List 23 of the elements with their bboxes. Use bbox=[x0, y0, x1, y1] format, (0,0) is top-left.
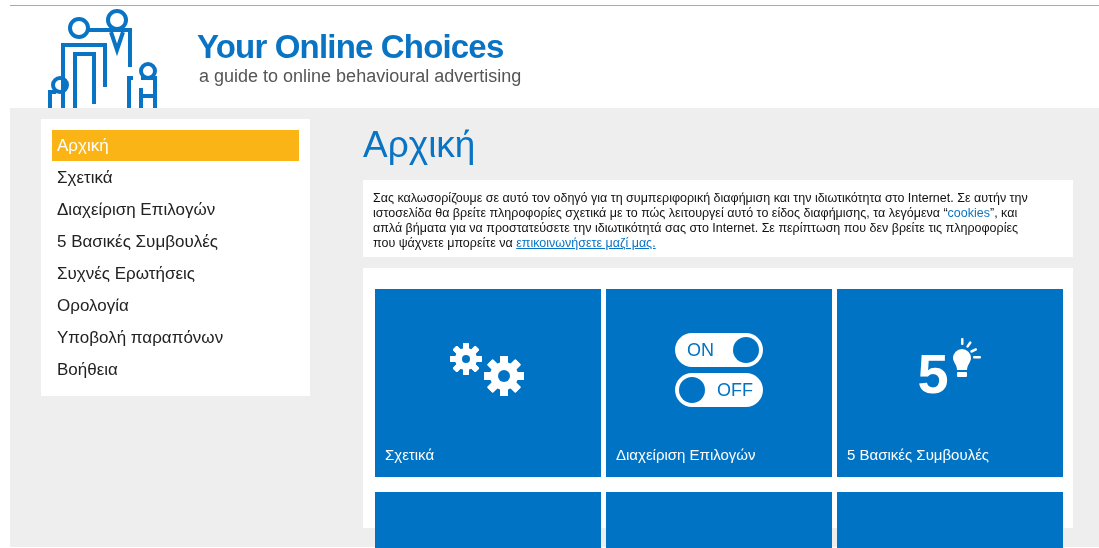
intro-paragraph: Σας καλωσορίζουμε σε αυτό τον οδηγό για τη συμπεριφορική διαφήμιση και την ιδιωτικότητα στο Internet. Σε αυτήν την ιστοσελίδα θα βρείτε πληροφορίες σχετικά με το πώς λειτουργεί αυτό το είδος διαφήμισης, τα λεγόμενα “cookies”, και απλά βήματα για να προστατεύσετε την ιδιωτικότητά σας στο Internet. Σε περίπτωση που δεν βρείτε τις πληροφορίες που ψάχνετε μπορείτε να επικοινωνήσετε μαζί μας. bbox=[363, 180, 1073, 257]
toggle-switch: OFF bbox=[675, 373, 763, 408]
toggle-switch: ON bbox=[675, 333, 763, 368]
sidebar-item[interactable]: Υποβολή παραπόνων bbox=[52, 322, 299, 353]
site-subtitle: a guide to online behavioural advertising bbox=[199, 66, 522, 86]
tile-label: 5 Βασικές Συμβουλές bbox=[846, 444, 991, 465]
topic-tile[interactable]: 5 5 Βασικές Συμβουλές bbox=[837, 289, 1063, 477]
five-numeral: 5 bbox=[917, 346, 949, 403]
sidebar-item[interactable]: Ορολογία bbox=[52, 290, 299, 321]
sidebar-item[interactable]: 5 Βασικές Συμβουλές bbox=[52, 226, 299, 257]
sidebar-item[interactable]: Σχετικά bbox=[52, 162, 299, 193]
cookies-link[interactable]: cookies bbox=[947, 206, 990, 220]
site-title: Your Online Choices bbox=[197, 28, 505, 66]
sidebar-item[interactable]: Διαχείριση Επιλογών bbox=[52, 194, 299, 225]
sidebar-item[interactable]: Συχνές Ερωτήσεις bbox=[52, 258, 299, 289]
tile-label: Διαχείριση Επιλογών bbox=[615, 444, 757, 465]
topic-tile[interactable]: Σχετικά bbox=[375, 289, 601, 477]
tile-label: Σχετικά bbox=[384, 444, 436, 465]
gears-icon bbox=[449, 342, 527, 399]
topic-tile[interactable]: ON OFF Διαχείριση Επιλογών bbox=[606, 289, 832, 477]
page-title: Αρχική bbox=[363, 124, 477, 166]
contact-link[interactable]: επικοινωνήσετε μαζί μας. bbox=[516, 236, 656, 250]
sidebar-item[interactable]: Βοήθεια bbox=[52, 354, 299, 385]
